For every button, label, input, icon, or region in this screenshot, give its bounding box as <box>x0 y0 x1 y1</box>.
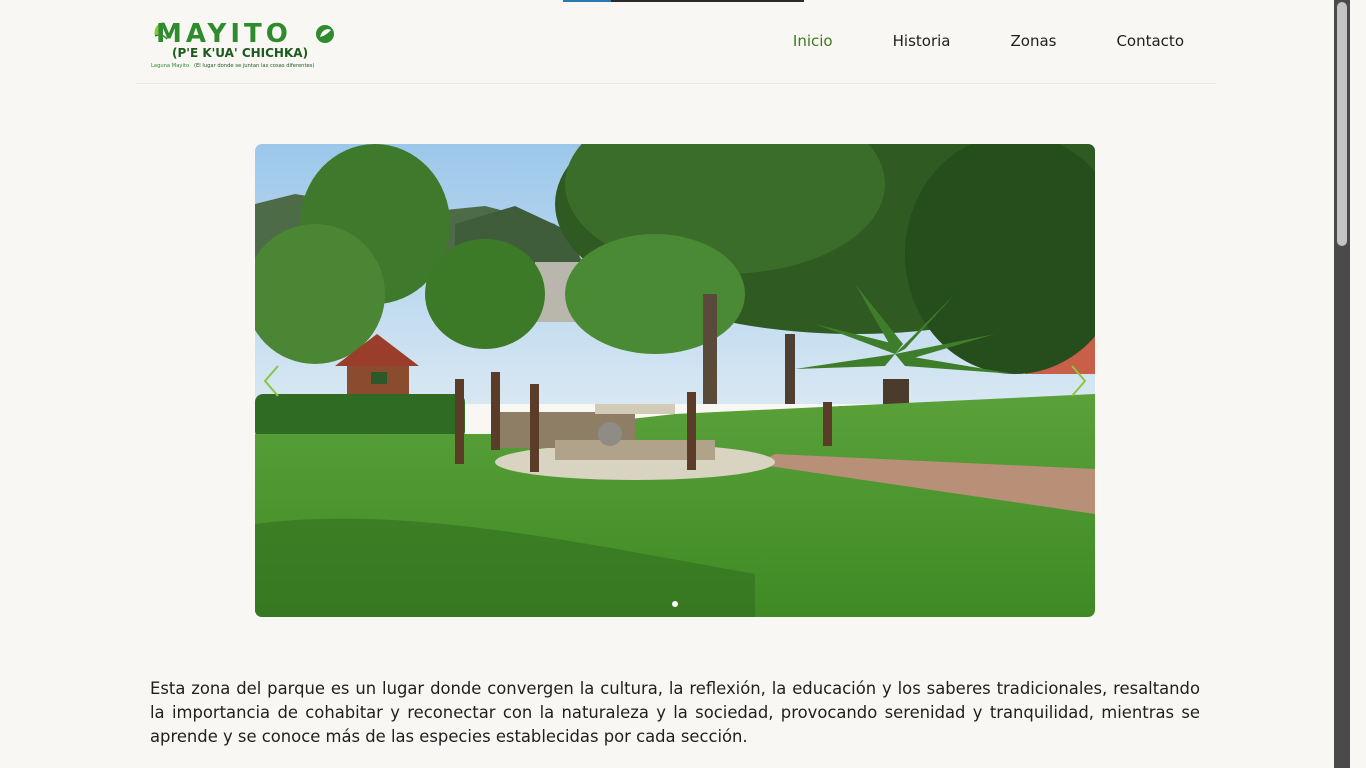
logo-tagline-prefix: Laguna Mayito <box>151 63 189 69</box>
page-scrollbar[interactable] <box>1334 0 1350 768</box>
nav-link-historia[interactable]: Historia <box>893 31 951 51</box>
park-garden-photo <box>255 144 1095 617</box>
logo-subtitle: (P'E K'UA' CHICHKA) <box>172 46 308 60</box>
slider-prev-button[interactable] <box>261 364 283 398</box>
slider-next-button[interactable] <box>1067 364 1089 398</box>
logo-graphic: MAYITO (P'E K'UA' CHICHKA) Laguna Mayito… <box>151 19 334 69</box>
page: MAYITO (P'E K'UA' CHICHKA) Laguna Mayito… <box>0 0 1350 768</box>
main-nav: Inicio Historia Zonas Contacto <box>793 31 1184 51</box>
site-logo[interactable]: MAYITO (P'E K'UA' CHICHKA) Laguna Mayito… <box>150 14 340 72</box>
nav-link-inicio[interactable]: Inicio <box>793 31 833 51</box>
nav-link-zonas[interactable]: Zonas <box>1010 31 1056 51</box>
hero-slider[interactable] <box>255 144 1095 617</box>
intro-paragraph: Esta zona del parque es un lugar donde c… <box>150 679 1200 746</box>
slider-pagination <box>255 601 1095 607</box>
nav-link-contacto[interactable]: Contacto <box>1116 31 1184 51</box>
chevron-right-icon <box>1071 365 1087 397</box>
site-header: MAYITO (P'E K'UA' CHICHKA) Laguna Mayito… <box>136 0 1216 84</box>
logo-tagline: (El lugar donde se juntan las cosas dife… <box>194 63 314 69</box>
chevron-left-icon <box>263 365 279 397</box>
logo-title: MAYITO <box>156 19 292 49</box>
scrollbar-thumb[interactable] <box>1337 2 1347 246</box>
slider-dot[interactable] <box>672 601 678 607</box>
